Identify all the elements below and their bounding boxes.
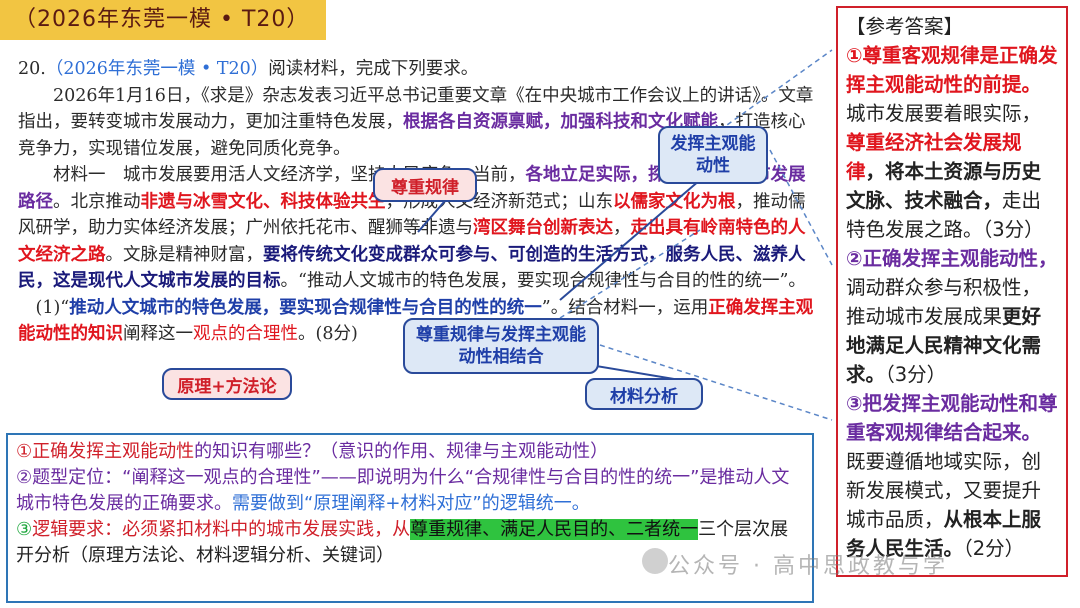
callout-play-initiative: 发挥主观能动性 (658, 126, 768, 184)
material-highlight: 非遗与冰雪文化、科技体验共生 (140, 191, 386, 212)
question-line: 20.（2026年东莞一模 • T20）阅读材料，完成下列要求。 (18, 56, 818, 83)
analysis-text: 的知识有哪些？（意识的作用、规律与主观能动性） (194, 441, 609, 462)
analysis-text: ③ (16, 519, 33, 540)
analysis-line-2: ②题型定位：“阐释这一观点的合理性”——即说明为什么“合规律性与合目的性的统一”… (16, 465, 804, 517)
question-instruction: 阅读材料，完成下列要求。 (268, 59, 479, 79)
title-banner: （2026年东莞一模 • T20） (0, 0, 326, 40)
analysis-line-1: ①正确发挥主观能动性的知识有哪些？（意识的作用、规律与主观能动性） (16, 439, 804, 465)
analysis-text: 需要做到“原理阐释+材料对应”的逻辑统一。 (232, 493, 590, 514)
question-number: 20. (18, 59, 46, 79)
answer-text: ①尊重客观规律是正确发挥主观能动性的前提。 (846, 44, 1058, 96)
subq-text: ”。结合材料一，运用 (541, 297, 709, 318)
answer-text: ②正确发挥主观能动性， (846, 247, 1058, 270)
material-text: 。文脉是精神财富， (105, 244, 264, 265)
analysis-text: 正确发挥主观能动性 (32, 441, 195, 462)
watermark: 公众号 · 高中思政教与学 (668, 554, 948, 579)
question-source: （2026年东莞一模 • T20） (45, 59, 269, 79)
watermark-logo-icon (642, 548, 668, 574)
answer-text: ③把发挥主观能动性和尊重客观规律结合起来。 (846, 392, 1058, 444)
answer-point-3: ③把发挥主观能动性和尊重客观规律结合起来。既要遵循地域实际，创新发展模式，又要提… (846, 389, 1058, 563)
subq-highlight: 观点的合理性 (193, 324, 298, 344)
material-text: 。“推动人文城市的特色发展，要实现合规律性与合目的性的统一”。 (280, 271, 806, 291)
subq-highlight: 推动人文城市的特色发展，要实现合规律性与合目的性的统一 (69, 297, 542, 318)
callout-combine: 尊重规律与发挥主观能动性相结合 (403, 318, 599, 374)
reference-answer-panel: 【参考答案】 ①尊重客观规律是正确发挥主观能动性的前提。城市发展要着眼实际，尊重… (836, 6, 1068, 577)
answer-text: （3分） (885, 363, 947, 386)
answer-point-2: ②正确发挥主观能动性，调动群众参与积极性，推动城市发展成果更好地满足人民精神文化… (846, 244, 1058, 389)
material-highlight: 以儒家文化为根 (613, 191, 736, 212)
answer-point-1: ①尊重客观规律是正确发挥主观能动性的前提。城市发展要着眼实际，尊重经济社会发展规… (846, 41, 1058, 244)
answer-header: 【参考答案】 (846, 15, 964, 38)
material-highlight: 湾区舞台创新表达 (473, 218, 613, 238)
answer-text: （2分） (963, 537, 1025, 560)
callout-respect-law: 尊重规律 (373, 168, 477, 202)
callout-material-analysis: 材料分析 (585, 378, 703, 410)
answer-text: 城市发展要着眼实际， (846, 102, 1042, 125)
subq-text: 。(8分) (298, 324, 358, 344)
analysis-highlight: 尊重规律、满足人民目的、二者统一 (410, 519, 699, 540)
callout-principle-method: 原理+方法论 (162, 368, 292, 400)
subq-text: 阐释这一 (123, 324, 193, 344)
material-text: ， (613, 218, 631, 238)
analysis-text: 逻辑要求：必须紧扣材料中的城市发展实践，从 (32, 519, 411, 540)
material-text: 。北京推动 (53, 191, 141, 212)
analysis-text: ① (16, 441, 33, 462)
subq-text: (1)“ (35, 297, 70, 318)
